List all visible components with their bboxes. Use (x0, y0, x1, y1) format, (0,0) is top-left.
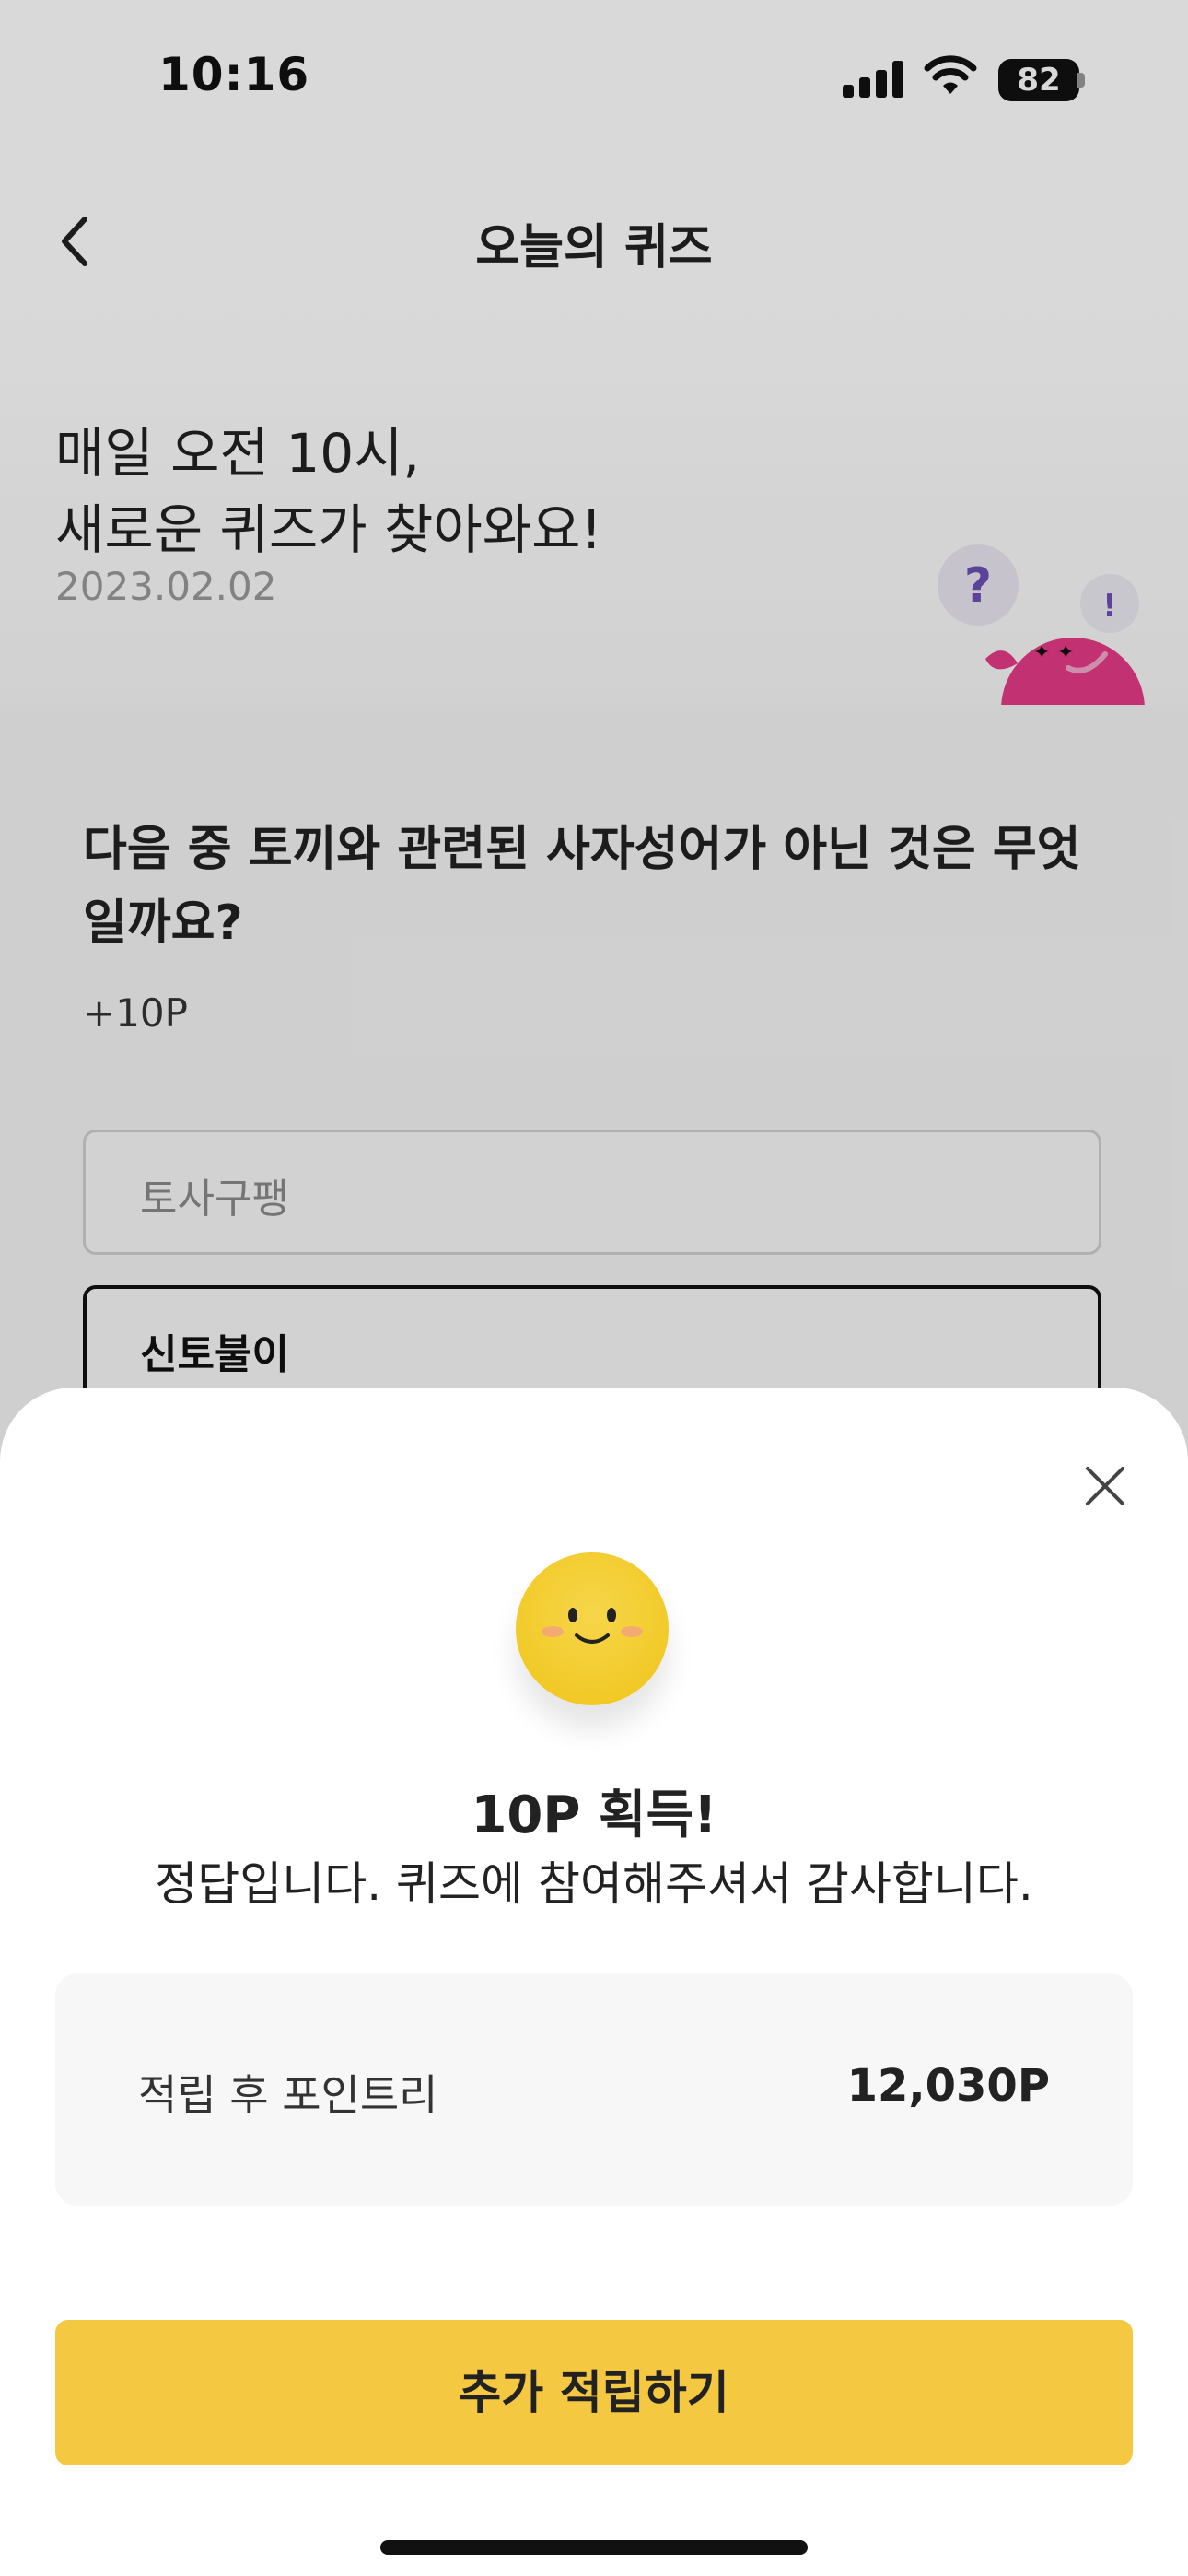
earn-more-button-label: 추가 적립하기 (459, 2366, 729, 2419)
earn-more-button[interactable]: 추가 적립하기 (55, 2320, 1133, 2465)
home-indicator[interactable] (380, 2540, 808, 2555)
reward-title: 10P 획득! (471, 1786, 717, 1845)
reward-message: 정답입니다. 퀴즈에 참여해주셔서 감사합니다. (155, 1857, 1033, 1911)
points-summary-value: 12,030P (846, 2060, 1050, 2112)
smiley-face-icon (516, 1552, 669, 1705)
points-summary-label: 적립 후 포인트리 (138, 2070, 438, 2120)
close-icon[interactable] (1082, 1463, 1128, 1509)
